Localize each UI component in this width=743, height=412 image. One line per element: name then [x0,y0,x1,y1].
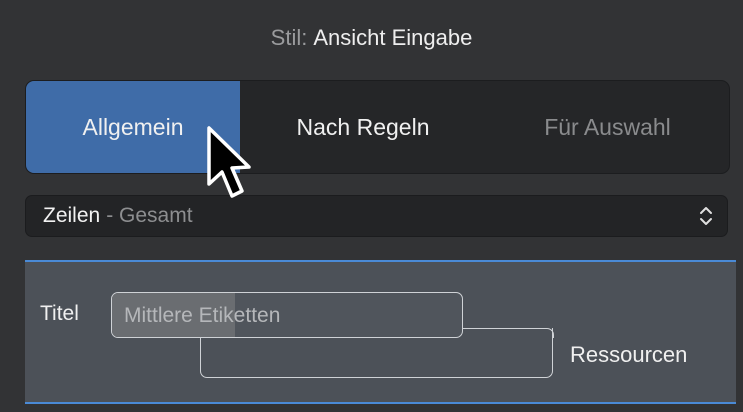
chevron-up-down-icon [700,207,712,225]
tab-fuer-auswahl[interactable]: Für Auswahl [486,81,729,173]
style-name: Ansicht Eingabe [313,25,473,50]
resources-label: Ressourcen [570,342,688,367]
title-field[interactable]: Mittlere Etiketten [111,292,463,338]
tab-allgemein[interactable]: Allgemein [26,81,240,173]
select-detail: - Gesamt [106,204,193,227]
style-label: Stil: [270,25,308,50]
style-panel: Stil: Ansicht Eingabe Allgemein Nach Reg… [0,0,743,412]
tab-nach-regeln[interactable]: Nach Regeln [240,81,486,173]
style-header: Stil: Ansicht Eingabe [0,0,743,76]
rows-select[interactable]: Zeilen - Gesamt [25,195,728,237]
segmented-control: Allgemein Nach Regeln Für Auswahl [25,80,730,174]
title-field-text: Mittlere Etiketten [124,304,281,327]
title-label: Titel [40,302,79,325]
label-editor: Titel Mittlere Etiketten Ressourcen [25,260,736,404]
field-outline [463,328,554,338]
select-value: Zeilen [43,204,101,227]
